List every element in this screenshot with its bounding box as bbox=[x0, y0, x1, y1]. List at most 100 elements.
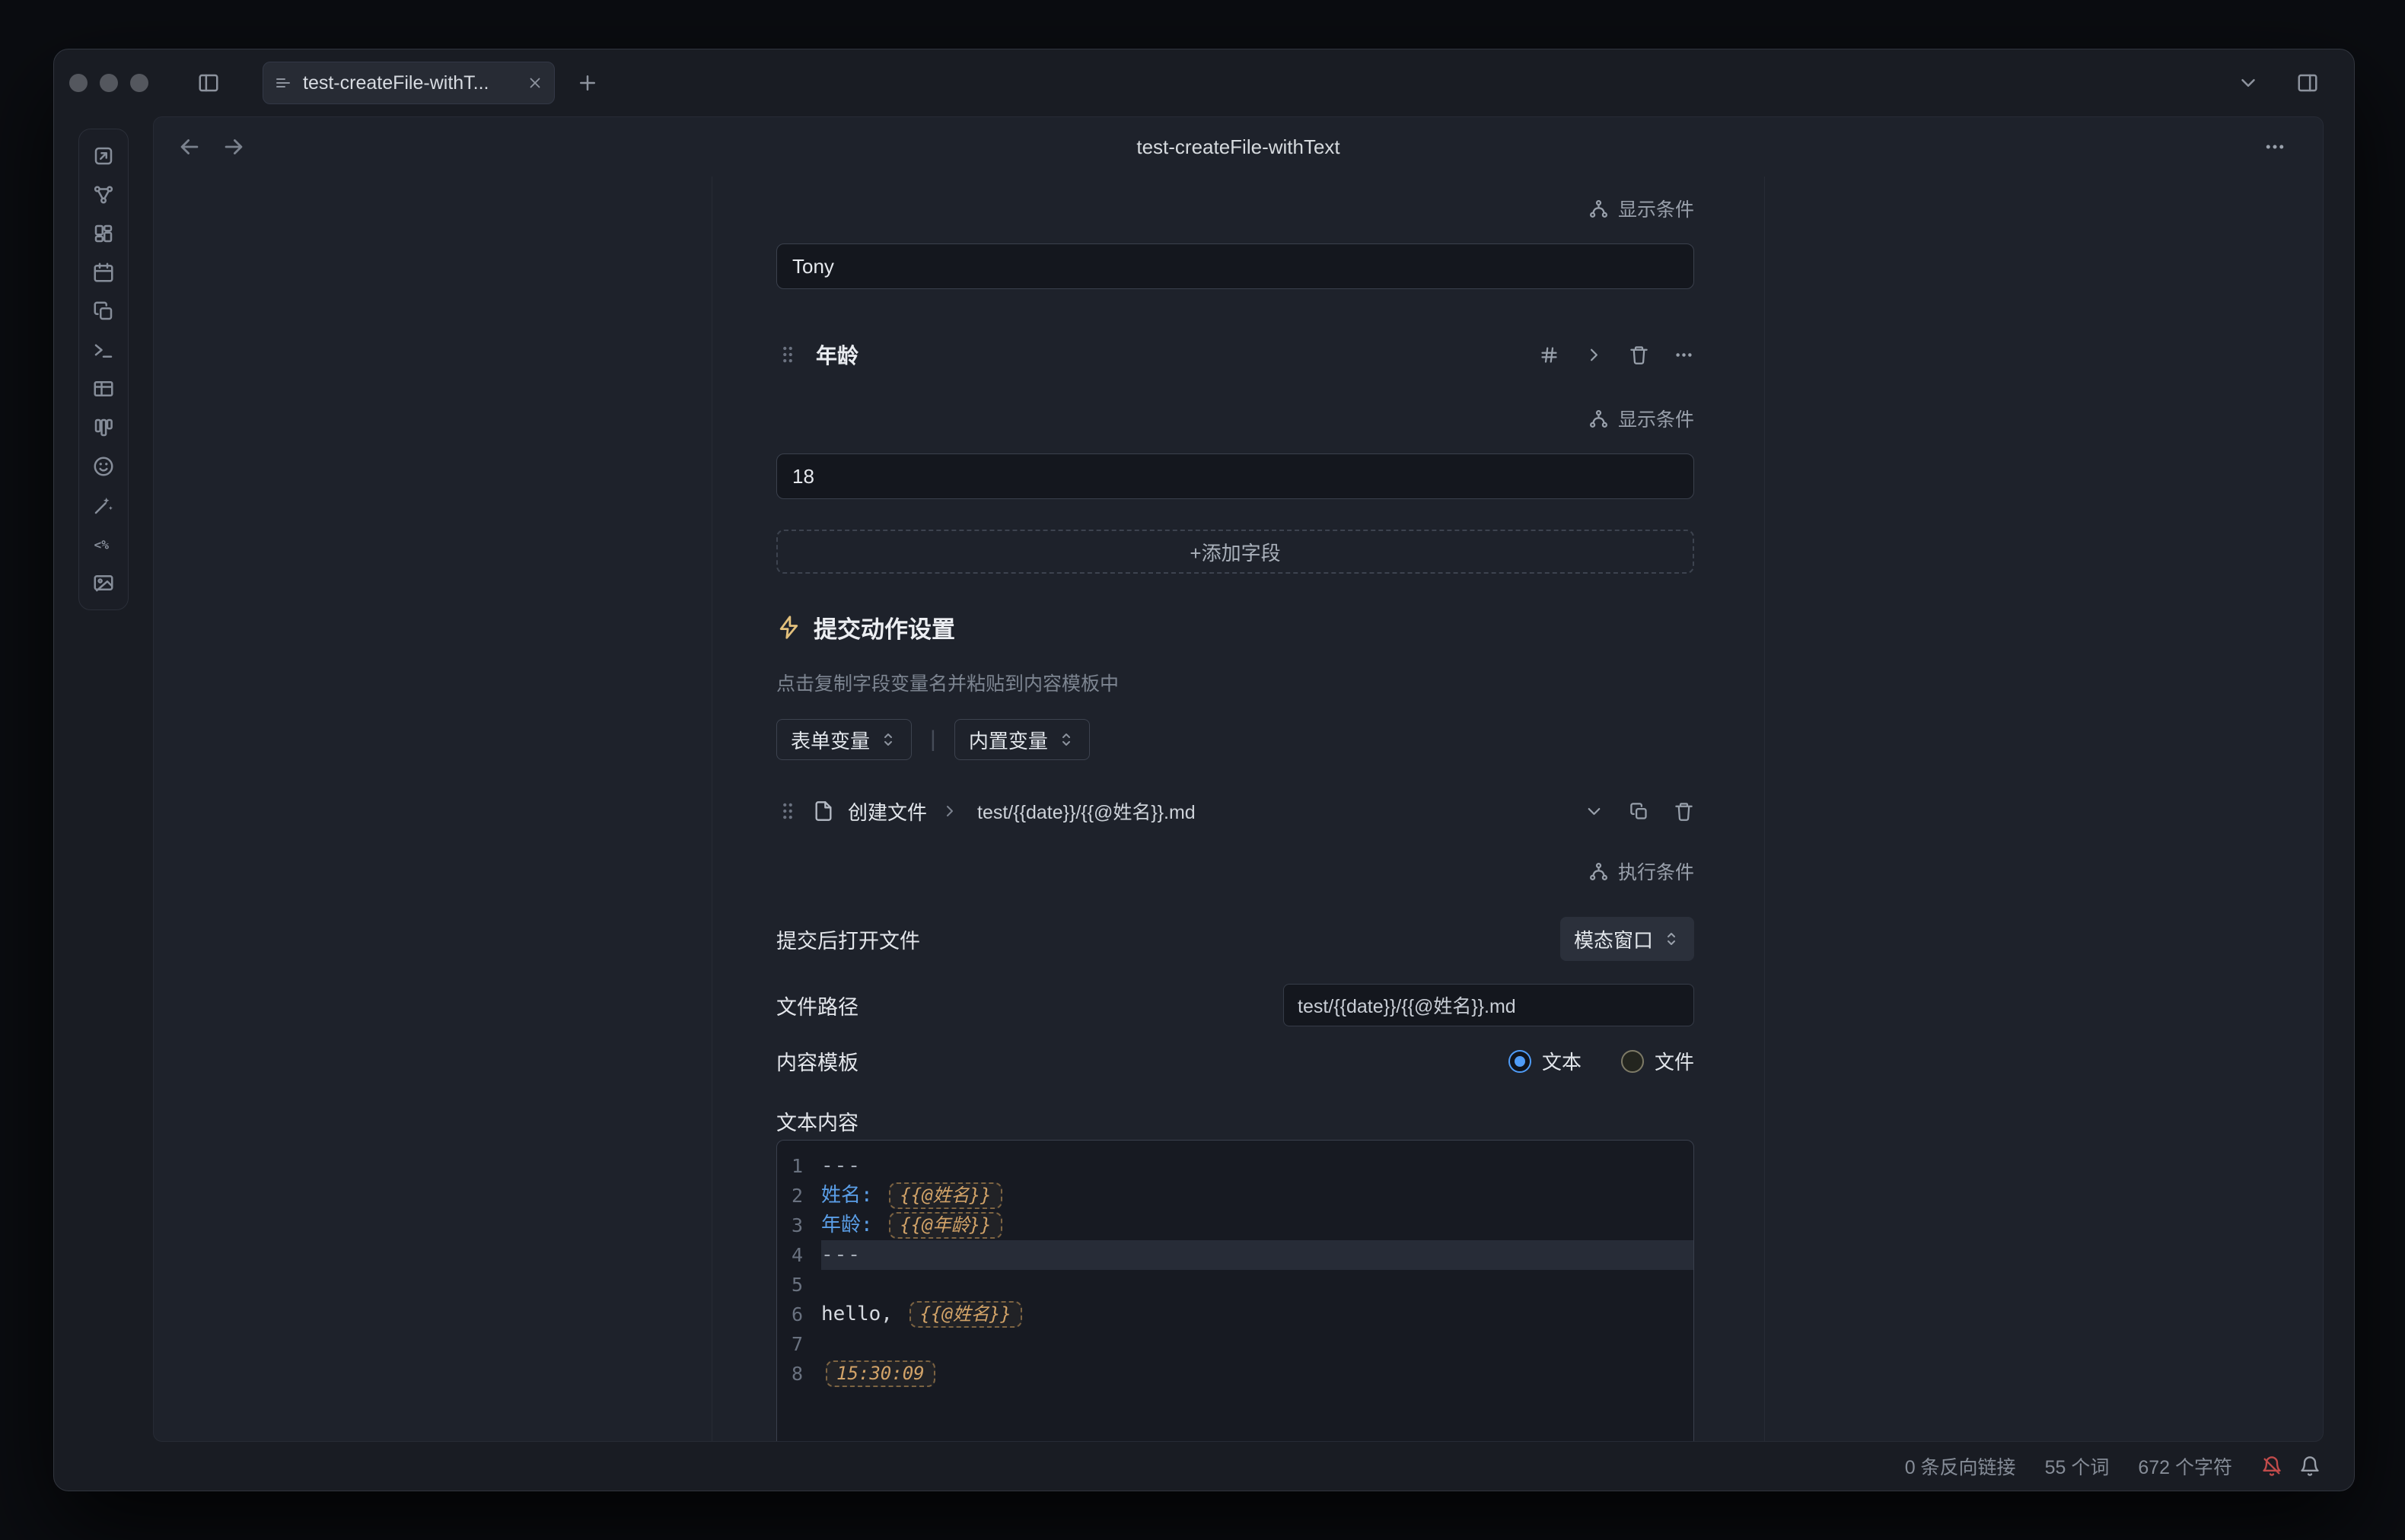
radio-label: 文件 bbox=[1655, 1047, 1694, 1075]
text-content-editor[interactable]: 1---2姓名: {{@姓名}}3年龄: {{@年龄}}4---56hello,… bbox=[776, 1140, 1694, 1441]
line-content: --- bbox=[821, 1151, 1693, 1181]
editor-lines: 1---2姓名: {{@姓名}}3年龄: {{@年龄}}4---56hello,… bbox=[777, 1151, 1693, 1389]
table-icon[interactable] bbox=[91, 376, 116, 402]
open-mode-dropdown[interactable]: 模态窗口 bbox=[1560, 917, 1694, 961]
file-path-input[interactable] bbox=[1283, 984, 1694, 1026]
variables-hint: 点击复制字段变量名并粘贴到内容模板中 bbox=[776, 669, 1694, 696]
setting-open-after-submit: 提交后打开文件 模态窗口 bbox=[776, 917, 1694, 961]
field-value-input-name[interactable] bbox=[776, 243, 1694, 289]
emoji-icon[interactable] bbox=[91, 453, 116, 479]
tab-close-icon[interactable] bbox=[527, 75, 543, 91]
workspace: <% test-createFile-withText bbox=[54, 116, 2354, 1442]
window-controls bbox=[69, 74, 148, 92]
field-label: 年龄 bbox=[816, 339, 858, 370]
line-number: 2 bbox=[777, 1181, 821, 1211]
right-sidebar-toggle-icon[interactable] bbox=[2296, 72, 2319, 94]
setting-file-path: 文件路径 bbox=[776, 984, 1694, 1026]
action-row-icons bbox=[1584, 801, 1694, 822]
nav-arrows bbox=[177, 134, 247, 160]
field-value-input-age[interactable] bbox=[776, 453, 1694, 499]
variable-pill: {{@姓名}} bbox=[909, 1301, 1022, 1328]
show-condition-label: 显示条件 bbox=[1618, 405, 1694, 432]
form-variables-button[interactable]: 表单变量 bbox=[776, 719, 912, 760]
duplicate-action-icon[interactable] bbox=[1629, 801, 1649, 822]
minimize-window-button[interactable] bbox=[100, 74, 118, 92]
titlebar: test-createFile-withT... bbox=[54, 49, 2354, 116]
forward-icon[interactable] bbox=[221, 134, 247, 160]
setting-label: 内容模板 bbox=[776, 1046, 858, 1076]
line-number: 6 bbox=[777, 1300, 821, 1329]
radio-icon bbox=[1508, 1050, 1531, 1073]
terminal-icon[interactable] bbox=[91, 337, 116, 363]
tab-list-chevron-icon[interactable] bbox=[2237, 72, 2260, 94]
line-number: 5 bbox=[777, 1270, 821, 1300]
line-number: 4 bbox=[777, 1240, 821, 1270]
word-count: 55 个词 bbox=[2045, 1452, 2110, 1480]
builtin-variables-button[interactable]: 内置变量 bbox=[954, 719, 1090, 760]
action-type-label[interactable]: 创建文件 bbox=[848, 797, 927, 826]
delete-field-icon[interactable] bbox=[1629, 345, 1649, 365]
show-condition-link[interactable]: 显示条件 bbox=[776, 195, 1694, 222]
content-template-radio-group: 文本 文件 bbox=[1508, 1047, 1694, 1075]
drag-handle-icon[interactable] bbox=[776, 343, 799, 366]
submit-section-header: 提交动作设置 bbox=[776, 610, 1694, 644]
chevron-right-icon[interactable] bbox=[1584, 345, 1604, 365]
editor-line: 815:30:09 bbox=[777, 1359, 1693, 1389]
content-template-option[interactable]: 文本 bbox=[1508, 1047, 1582, 1075]
add-field-button[interactable]: +添加字段 bbox=[776, 530, 1694, 574]
collapse-chevron-icon[interactable] bbox=[1584, 801, 1604, 822]
section-title: 提交动作设置 bbox=[814, 610, 955, 644]
more-options-icon[interactable] bbox=[2263, 135, 2286, 158]
line-content: --- bbox=[821, 1240, 1693, 1270]
close-window-button[interactable] bbox=[69, 74, 88, 92]
app-window: test-createFile-withT... bbox=[53, 49, 2355, 1491]
variables-row: 表单变量 | 内置变量 bbox=[776, 719, 1694, 760]
canvas-icon[interactable] bbox=[91, 221, 116, 247]
delete-action-icon[interactable] bbox=[1674, 801, 1694, 822]
templates-icon[interactable] bbox=[91, 298, 116, 324]
variable-pill: 15:30:09 bbox=[826, 1360, 935, 1387]
show-condition-link[interactable]: 显示条件 bbox=[776, 405, 1694, 432]
char-count: 672 个字符 bbox=[2138, 1452, 2232, 1480]
back-icon[interactable] bbox=[177, 134, 202, 160]
line-number: 8 bbox=[777, 1359, 821, 1389]
drag-handle-icon[interactable] bbox=[776, 800, 799, 822]
form-editor-column: 显示条件 年龄 bbox=[712, 177, 1765, 1441]
wand-icon[interactable] bbox=[91, 492, 116, 518]
svg-text:<%: <% bbox=[94, 537, 110, 552]
variable-pill: {{@年龄}} bbox=[889, 1212, 1002, 1239]
setting-content-template: 内容模板 文本 文件 bbox=[776, 1046, 1694, 1076]
titlebar-right-actions bbox=[2237, 72, 2319, 94]
exec-condition-link[interactable]: 执行条件 bbox=[776, 858, 1694, 885]
line-number: 1 bbox=[777, 1151, 821, 1181]
main-pane: test-createFile-withText bbox=[153, 116, 2324, 1442]
line-number: 3 bbox=[777, 1211, 821, 1240]
line-content: hello, {{@姓名}} bbox=[821, 1300, 1693, 1329]
builtin-variables-label: 内置变量 bbox=[969, 726, 1048, 754]
calendar-icon[interactable] bbox=[91, 259, 116, 285]
zoom-window-button[interactable] bbox=[130, 74, 148, 92]
new-tab-button[interactable] bbox=[576, 72, 599, 94]
number-type-icon[interactable] bbox=[1539, 345, 1559, 365]
image-icon[interactable] bbox=[91, 570, 116, 596]
editor-line: 2姓名: {{@姓名}} bbox=[777, 1181, 1693, 1211]
templater-icon[interactable]: <% bbox=[91, 531, 116, 557]
backlinks-count[interactable]: 0 条反向链接 bbox=[1905, 1452, 2016, 1480]
content-template-option[interactable]: 文件 bbox=[1621, 1047, 1694, 1075]
text-content-label: 文本内容 bbox=[776, 1106, 1694, 1132]
line-content: 年龄: {{@年龄}} bbox=[821, 1211, 1693, 1240]
line-number: 7 bbox=[777, 1329, 821, 1359]
editor-line: 6hello, {{@姓名}} bbox=[777, 1300, 1693, 1329]
file-switcher-icon[interactable] bbox=[91, 143, 116, 169]
left-sidebar-toggle-icon[interactable] bbox=[197, 72, 220, 94]
kanban-icon[interactable] bbox=[91, 415, 116, 441]
action-target-path[interactable]: test/{{date}}/{{@姓名}}.md bbox=[977, 797, 1196, 825]
bell-off-icon[interactable] bbox=[2261, 1456, 2282, 1477]
field-more-icon[interactable] bbox=[1674, 345, 1694, 365]
editor-line: 1--- bbox=[777, 1151, 1693, 1181]
bell-icon[interactable] bbox=[2299, 1456, 2321, 1477]
pane-body: 显示条件 年龄 bbox=[154, 177, 2323, 1441]
pane-header: test-createFile-withText bbox=[154, 117, 2323, 177]
tab-test-createFile[interactable]: test-createFile-withT... bbox=[263, 62, 555, 104]
graph-icon[interactable] bbox=[91, 182, 116, 208]
